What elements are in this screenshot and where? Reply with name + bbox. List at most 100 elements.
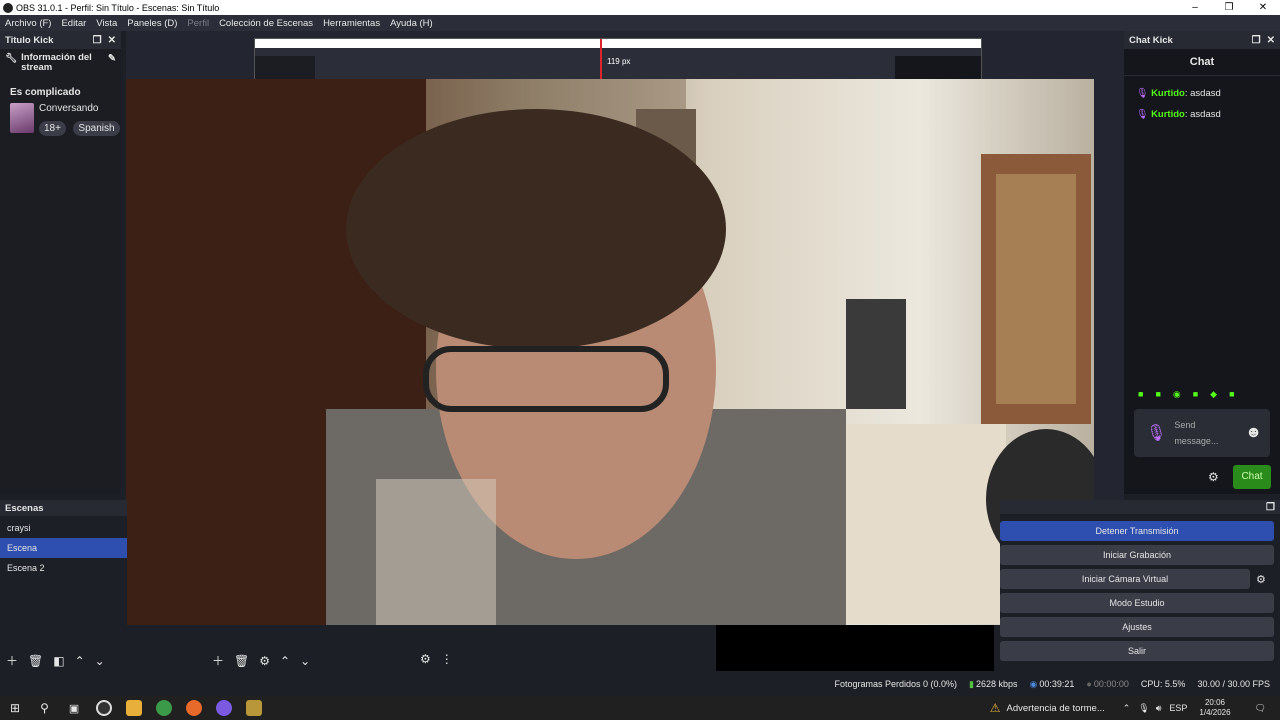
- dropped-frames: Fotogramas Perdidos 0 (0.0%): [834, 679, 958, 689]
- dock-title: Chat Kick: [1129, 34, 1173, 46]
- more-options-icon[interactable]: ⋮: [441, 652, 453, 666]
- badge-language: Spanish: [73, 121, 120, 136]
- notifications-icon[interactable]: 🗨︎: [1255, 703, 1266, 714]
- studio-mode-button[interactable]: Modo Estudio: [1000, 593, 1274, 613]
- edit-pencil-icon[interactable]: ✎: [108, 53, 116, 64]
- obs-app-icon[interactable]: [96, 700, 113, 716]
- preview-canvas[interactable]: 119 px: [126, 31, 1124, 625]
- menu-coleccion-escenas[interactable]: Colección de Escenas: [214, 18, 318, 29]
- discord-icon[interactable]: [216, 700, 233, 716]
- advanced-audio-gear-icon[interactable]: ⚙: [420, 652, 431, 666]
- clock[interactable]: 20:06 1/4/2026: [1199, 698, 1230, 718]
- chat-header: Chat: [1124, 49, 1280, 76]
- remove-scene-icon[interactable]: 🗑︎: [28, 654, 43, 668]
- move-up-icon[interactable]: ⌃: [280, 654, 290, 668]
- firefox-icon[interactable]: [186, 700, 203, 716]
- volume-icon[interactable]: 🔊︎: [1156, 703, 1162, 714]
- chat-send-button[interactable]: Chat: [1233, 465, 1271, 489]
- menu-bar: Archivo (F) Editar Vista Paneles (D) Per…: [0, 15, 1280, 31]
- clock-time: 20:06: [1204, 698, 1225, 707]
- menu-paneles[interactable]: Paneles (D): [122, 18, 182, 29]
- sources-toolbar: ＋ 🗑︎ ⚙ ⌃ ⌄: [212, 652, 310, 669]
- category-name: Conversando: [39, 103, 99, 114]
- menu-perfil: Perfil: [187, 17, 210, 29]
- file-explorer-icon[interactable]: [126, 700, 143, 716]
- scenes-header: Escenas: [0, 500, 127, 516]
- warning-icon: ⚠: [989, 701, 1001, 715]
- stream-title: Es complicado: [10, 87, 81, 98]
- search-icon[interactable]: ⚲: [40, 701, 49, 715]
- titulo-kick-dock: Titulo Kick ❐ ✕ 🔧︎ Información del strea…: [0, 31, 121, 494]
- task-view-icon[interactable]: ▣: [69, 702, 79, 715]
- chat-username[interactable]: Kurtido: [1151, 109, 1185, 120]
- microphone-tray-icon[interactable]: 🎙︎: [1138, 703, 1149, 714]
- virtual-camera-gear-icon[interactable]: ⚙: [1256, 573, 1266, 586]
- controls-dock: ❐ Detener Transmisión Iniciar Grabación …: [1000, 500, 1280, 672]
- float-dock-icon[interactable]: ❐: [93, 35, 102, 46]
- maximize-button[interactable]: ❐: [1212, 2, 1246, 13]
- badge-mature: 18+: [39, 121, 66, 136]
- scene-item[interactable]: craysi: [0, 518, 127, 538]
- exit-button[interactable]: Salir: [1000, 641, 1274, 661]
- scenes-dock: Escenas craysi Escena Escena 2: [0, 500, 127, 672]
- menu-ayuda[interactable]: Ayuda (H): [385, 18, 438, 29]
- league-client-icon[interactable]: [246, 700, 263, 716]
- add-scene-icon[interactable]: ＋: [6, 652, 18, 669]
- move-up-icon[interactable]: ⌃: [75, 654, 85, 668]
- record-time: 00:00:00: [1093, 679, 1129, 689]
- emote-bar: ■ ■ ◉ ■ ◆ ■: [1138, 389, 1235, 400]
- emote-icon[interactable]: ◆: [1210, 389, 1217, 400]
- menu-editar[interactable]: Editar: [56, 18, 91, 29]
- chat-username[interactable]: Kurtido: [1151, 88, 1185, 99]
- move-down-icon[interactable]: ⌄: [300, 654, 310, 668]
- emote-icon[interactable]: ■: [1193, 389, 1198, 400]
- emote-icon[interactable]: ■: [1138, 389, 1143, 400]
- emoji-icon[interactable]: ☻: [1245, 424, 1262, 442]
- stop-streaming-button[interactable]: Detener Transmisión: [1000, 521, 1274, 541]
- source-settings-gear-icon[interactable]: ⚙: [259, 654, 270, 668]
- chat-settings-gear-icon[interactable]: ⚙: [1208, 470, 1219, 484]
- transitions-panel: [716, 625, 994, 671]
- scene-item-selected[interactable]: Escena: [0, 538, 127, 558]
- chat-message: 🎙︎ Kurtido : asdasd: [1136, 88, 1221, 99]
- add-source-icon[interactable]: ＋: [212, 652, 224, 669]
- chat-message: 🎙︎ Kurtido : asdasd: [1136, 109, 1221, 120]
- remove-source-icon[interactable]: 🗑︎: [234, 654, 249, 668]
- close-dock-icon[interactable]: ✕: [108, 35, 116, 46]
- windows-start-icon[interactable]: ⊞: [10, 701, 20, 715]
- emote-icon[interactable]: ■: [1155, 389, 1160, 400]
- minimize-button[interactable]: –: [1178, 2, 1212, 13]
- weather-notification[interactable]: Advertencia de torme...: [1007, 703, 1105, 714]
- webcam-source[interactable]: [126, 79, 1094, 625]
- close-button[interactable]: ✕: [1246, 2, 1280, 13]
- microphone-icon: 🎙︎: [1136, 88, 1149, 99]
- emote-icon[interactable]: ■: [1229, 389, 1234, 400]
- mixer-toolbar: ⚙ ⋮: [420, 652, 453, 666]
- emote-icon[interactable]: ◉: [1173, 389, 1181, 400]
- menu-archivo[interactable]: Archivo (F): [0, 18, 56, 29]
- stream-icon: ◉: [1029, 678, 1038, 689]
- chrome-icon[interactable]: [156, 700, 173, 716]
- category-thumbnail: [10, 103, 34, 133]
- float-dock-icon[interactable]: ❐: [1252, 35, 1261, 46]
- bitrate: 2628 kbps: [975, 679, 1018, 689]
- input-language[interactable]: ESP: [1169, 703, 1187, 713]
- chat-input[interactable]: 🎙︎ Send message... ☻: [1134, 409, 1270, 457]
- close-dock-icon[interactable]: ✕: [1267, 35, 1275, 46]
- menu-herramientas[interactable]: Herramientas: [318, 18, 385, 29]
- tray-chevron-icon[interactable]: ⌃: [1123, 703, 1131, 714]
- dock-header: Titulo Kick ❐ ✕: [0, 31, 121, 49]
- scenes-toolbar: ＋ 🗑︎ ◧ ⌃ ⌄: [6, 652, 105, 669]
- start-recording-button[interactable]: Iniciar Grabación: [1000, 545, 1274, 565]
- menu-vista[interactable]: Vista: [91, 18, 122, 29]
- move-down-icon[interactable]: ⌄: [95, 654, 105, 668]
- scene-item[interactable]: Escena 2: [0, 558, 127, 578]
- start-virtual-camera-button[interactable]: Iniciar Cámara Virtual: [1000, 569, 1250, 589]
- status-bar: Fotogramas Perdidos 0 (0.0%) ▮ 2628 kbps…: [0, 672, 1280, 696]
- bitrate-icon: ▮: [969, 678, 974, 689]
- settings-button[interactable]: Ajustes: [1000, 617, 1274, 637]
- stream-time: 00:39:21: [1039, 679, 1075, 689]
- float-dock-icon[interactable]: ❐: [1266, 502, 1275, 513]
- chat-input-placeholder: Send message...: [1174, 420, 1219, 446]
- filters-icon[interactable]: ◧: [53, 654, 64, 668]
